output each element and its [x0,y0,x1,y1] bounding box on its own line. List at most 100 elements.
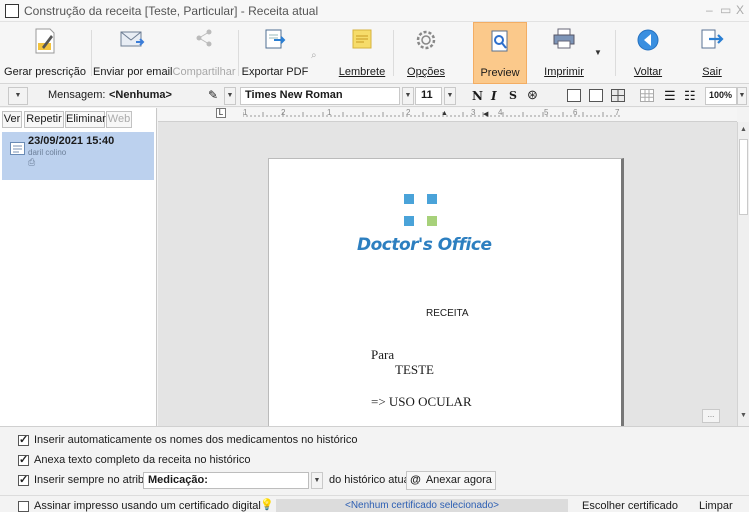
ruler[interactable]: L 1 2 1 2 3 4 5 6 7 ▲ ◀ [158,108,737,122]
zoom-dropdown-arrow[interactable]: ▼ [737,87,747,105]
options-panel: Inserir automaticamente os nomes dos med… [0,426,749,512]
vertical-scrollbar[interactable]: ▲ ▼ [737,122,749,426]
opt2-checkbox[interactable] [18,453,29,466]
mensagem-dropdown-arrow[interactable]: ▼ [224,87,236,105]
ruler-mark: 2 [406,108,411,117]
indent-marker-icon[interactable]: ▲ [441,110,448,117]
sair-label: Sair [702,66,722,78]
doc-para-label: Para [371,347,395,362]
printer-icon [553,28,575,49]
export-pdf-icon [265,29,286,49]
font-name-select[interactable]: Times New Roman [240,87,400,105]
attribute-select[interactable]: Medicação: [143,472,309,489]
ribbon-toolbar: Gerar prescrição Enviar por email Compar… [0,22,749,84]
anexar-agora-button[interactable]: @ Anexar agora [406,471,496,490]
zoom-value: 100% [709,90,733,100]
numbered-list-icon[interactable]: ☷ [684,88,696,104]
assinar-checkbox[interactable] [18,501,29,512]
zoom-select[interactable]: 100% [705,87,737,105]
font-size-select[interactable]: 11 [415,87,442,105]
close-button[interactable]: X [736,3,744,17]
font-size-dropdown-arrow[interactable]: ▼ [444,87,456,105]
scroll-down-arrow[interactable]: ▼ [740,412,747,419]
tab-eliminar[interactable]: Eliminar [65,111,106,128]
italic-button[interactable]: I [491,89,497,103]
print-dropdown-arrow[interactable]: ▼ [594,48,602,57]
escolher-certificado-button[interactable]: Escolher certificado [582,500,678,512]
compartilhar-label: Compartilhar [172,66,236,78]
exportar-label: Exportar PDF [241,66,309,78]
tab-ver[interactable]: Ver [2,111,22,128]
enviar-label: Enviar por email [93,66,173,78]
logo-squares-icon [404,194,437,226]
mensagem-select[interactable]: <Nenhuma> [109,89,172,101]
more-button[interactable]: ... [702,409,720,423]
font-name-dropdown-arrow[interactable]: ▼ [402,87,414,105]
frame-icon[interactable] [589,89,603,102]
bullet-list-icon[interactable]: ☰ [664,88,676,104]
compartilhar-button[interactable]: Compartilhar [172,22,236,84]
opt1-checkbox[interactable] [18,433,29,446]
history-list-item[interactable]: 23/09/2021 15:40 daril colino ⎙ [2,132,154,180]
voltar-button[interactable]: Voltar [622,22,674,84]
exportar-pdf-button[interactable]: Exportar PDF [240,22,310,84]
highlight-icon[interactable]: ⊛ [527,87,538,103]
border-icon[interactable] [567,89,581,102]
grid-icon[interactable] [640,89,654,102]
opcoes-label: Opções [407,66,445,78]
prescription-doc-icon [10,142,25,155]
ruler-mark: 4 [498,108,503,117]
scroll-up-arrow[interactable]: ▲ [740,126,747,133]
font-size-value: 11 [421,89,433,101]
ruler-mark: 6 [573,108,578,117]
lembrete-label: Lembrete [338,66,386,78]
document-page[interactable]: Doctor's Office RECEITA Para TESTE => US… [268,158,624,426]
maximize-button[interactable]: ▭ [720,3,731,17]
bold-button[interactable]: N [472,89,483,103]
ruler-mark: 1 [327,108,332,117]
opt2-label: Anexa texto completo da receita no histó… [34,454,251,466]
lembrete-button[interactable]: Lembrete [334,22,390,84]
opt3-checkbox[interactable] [18,473,29,486]
back-arrow-icon [637,29,659,51]
table-icon[interactable] [611,89,625,102]
doctors-office-logo: Doctor's Office [357,235,492,255]
window-title: Construção da receita [Teste, Particular… [24,4,319,18]
attribute-dropdown-arrow[interactable]: ▼ [311,472,323,489]
tab-stop-icon[interactable]: L [216,108,226,118]
underline-button[interactable]: S [509,89,517,102]
lightbulb-icon: 💡 [260,499,274,511]
ruler-mark: 7 [615,108,620,117]
preview-button[interactable]: Preview [473,22,527,84]
ruler-mark: 1 [243,108,248,117]
voltar-label: Voltar [633,66,663,78]
opcoes-button[interactable]: Opções [398,22,454,84]
format-toolbar: ▼ Mensagem: <Nenhuma> ✎ ▼ Times New Roma… [0,85,749,107]
indent-marker-icon[interactable]: ◀ [483,110,488,118]
minimize-button[interactable]: – [706,3,713,17]
font-name-value: Times New Roman [245,89,343,101]
ruler-mark: 5 [544,108,549,117]
tab-web[interactable]: Web [106,111,132,128]
tab-repetir[interactable]: Repetir [24,111,64,128]
ruler-mark: 3 [471,108,476,117]
preview-icon [491,30,508,52]
from-history-label: do histórico atual [329,474,413,486]
opt3-label: Inserir sempre no atributo [34,474,160,486]
title-bar: Construção da receita [Teste, Particular… [0,0,749,22]
gerar-prescricao-button[interactable]: Gerar prescrição [2,22,88,84]
anexar-label: Anexar agora [425,474,492,486]
enviar-email-button[interactable]: Enviar por email [93,22,173,84]
note-icon [352,29,372,49]
email-icon [120,31,145,47]
limpar-button[interactable]: Limpar [699,500,733,512]
preview-label: Preview [480,67,520,79]
ruler-mark: 2 [281,108,286,117]
scroll-thumb[interactable] [739,139,748,215]
imprimir-button[interactable]: Imprimir [536,22,592,84]
sair-button[interactable]: Sair [686,22,738,84]
panel-dropdown-button[interactable]: ▼ [8,87,28,105]
exit-icon [701,29,724,49]
share-icon [196,29,212,47]
pencil-icon[interactable]: ✎ [208,88,218,102]
